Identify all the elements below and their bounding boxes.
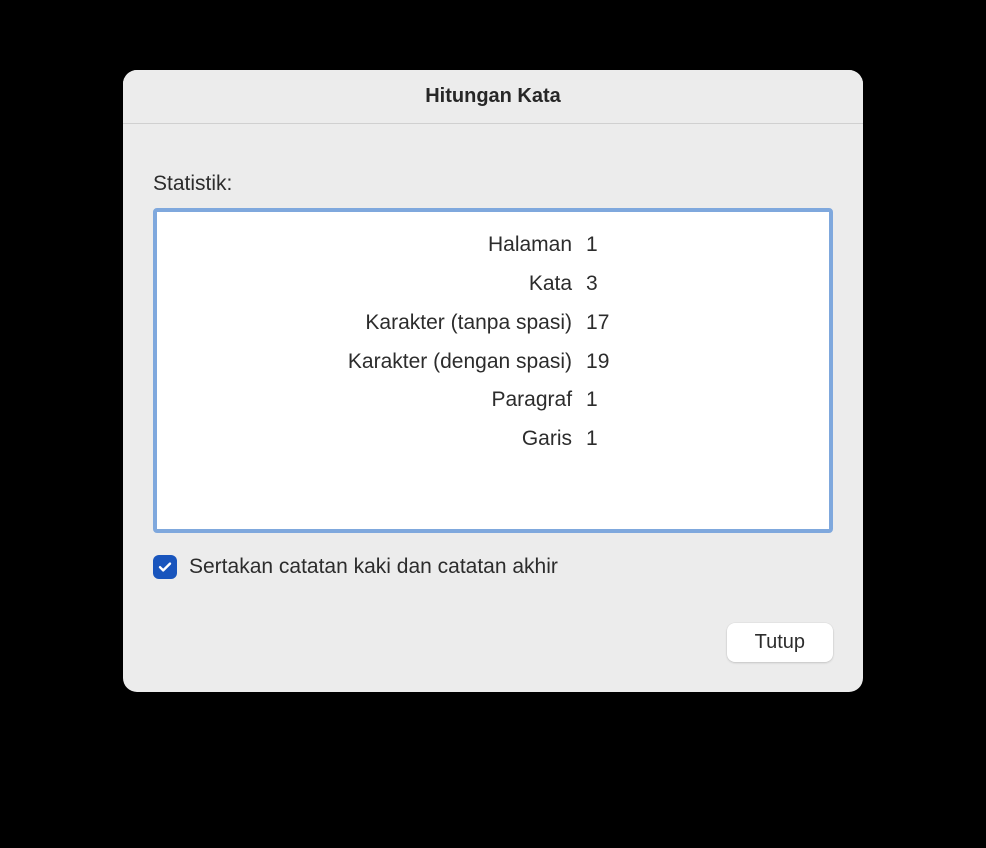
include-footnotes-checkbox[interactable]	[153, 555, 177, 579]
stat-label: Garis	[175, 420, 582, 459]
include-footnotes-label: Sertakan catatan kaki dan catatan akhir	[189, 555, 558, 579]
stat-row-pages: Halaman 1	[175, 226, 811, 265]
stat-row-chars-space: Karakter (dengan spasi) 19	[175, 343, 811, 382]
stat-value: 1	[582, 381, 811, 420]
stat-label: Karakter (dengan spasi)	[175, 343, 582, 382]
stat-label: Paragraf	[175, 381, 582, 420]
stat-row-paragraphs: Paragraf 1	[175, 381, 811, 420]
stat-label: Halaman	[175, 226, 582, 265]
stat-value: 17	[582, 304, 811, 343]
checkmark-icon	[157, 559, 173, 575]
stat-row-lines: Garis 1	[175, 420, 811, 459]
statistics-label: Statistik:	[153, 172, 833, 196]
dialog-title: Hitungan Kata	[425, 85, 561, 108]
stat-value: 1	[582, 420, 811, 459]
include-footnotes-row: Sertakan catatan kaki dan catatan akhir	[153, 555, 833, 579]
dialog-button-row: Tutup	[153, 623, 833, 662]
stat-value: 3	[582, 265, 811, 304]
dialog-content: Statistik: Halaman 1 Kata 3 Karakter (ta…	[123, 124, 863, 692]
stat-value: 1	[582, 226, 811, 265]
stat-row-words: Kata 3	[175, 265, 811, 304]
stat-value: 19	[582, 343, 811, 382]
stat-row-chars-no-space: Karakter (tanpa spasi) 17	[175, 304, 811, 343]
stat-label: Karakter (tanpa spasi)	[175, 304, 582, 343]
statistics-box: Halaman 1 Kata 3 Karakter (tanpa spasi) …	[153, 208, 833, 533]
dialog-titlebar: Hitungan Kata	[123, 70, 863, 124]
stat-label: Kata	[175, 265, 582, 304]
word-count-dialog: Hitungan Kata Statistik: Halaman 1 Kata …	[123, 70, 863, 692]
close-button[interactable]: Tutup	[727, 623, 833, 662]
